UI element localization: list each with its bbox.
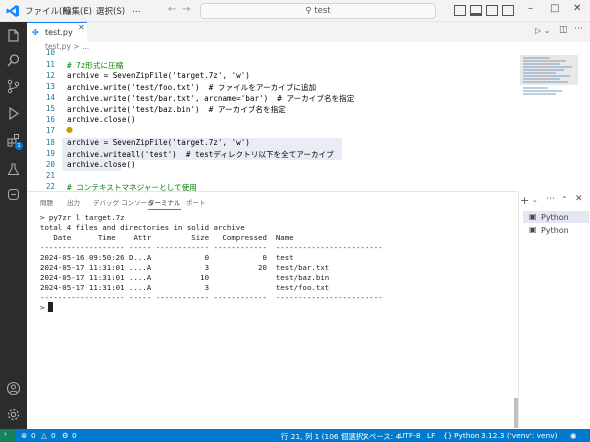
tab-terminal[interactable]: ターミナル bbox=[148, 197, 181, 210]
language-mode[interactable]: Python bbox=[454, 431, 480, 440]
back-arrow-icon[interactable]: ← bbox=[168, 4, 176, 15]
notifications-bell-icon[interactable]: ◉ bbox=[570, 431, 576, 440]
line-number: 11 bbox=[45, 60, 55, 69]
terminal-icon: ▣ bbox=[529, 212, 537, 221]
indentation[interactable]: スペース: 4 bbox=[362, 431, 400, 442]
ports-count[interactable]: 0 bbox=[72, 431, 77, 440]
breadcrumb[interactable]: test.py > ... bbox=[27, 42, 517, 53]
warnings-count[interactable]: 0 bbox=[51, 431, 56, 440]
errors-count[interactable]: 0 bbox=[31, 431, 36, 440]
lightbulb-icon[interactable]: ● bbox=[66, 125, 73, 134]
account-icon[interactable] bbox=[6, 381, 21, 396]
run-file-icon[interactable]: ▷ ⌄ bbox=[535, 26, 550, 35]
terminal-line: 2024-05-17 11:31:01 ....A 3 test/foo.txt bbox=[40, 283, 330, 292]
code-line: archive = SevenZipFile('target.7z', 'w') bbox=[67, 71, 250, 80]
tab-ports[interactable]: ポート bbox=[186, 197, 206, 207]
line-number: 15 bbox=[45, 104, 55, 113]
forward-arrow-icon[interactable]: → bbox=[182, 4, 190, 15]
line-number: 14 bbox=[45, 93, 55, 102]
language-braces-icon[interactable]: {} bbox=[443, 431, 452, 440]
tab-debug-console[interactable]: デバッグ コンソール bbox=[93, 197, 154, 207]
extensions-badge: 1 bbox=[15, 142, 23, 150]
terminal-line: ------------------- ----- ------------ -… bbox=[40, 243, 383, 252]
explorer-icon[interactable] bbox=[6, 28, 21, 43]
search-icon: ⚲ bbox=[305, 6, 315, 16]
toggle-secondary-sidebar-icon[interactable] bbox=[486, 5, 498, 16]
more-actions-icon[interactable]: ⋯ bbox=[574, 24, 583, 34]
code-line: archive.close() bbox=[67, 160, 136, 169]
menu-edit[interactable]: 編集(E) bbox=[63, 5, 92, 17]
terminal-line: 2024-05-16 09:50:26 D...A 0 0 test bbox=[40, 253, 294, 262]
code-line: # 7z形式に圧縮 bbox=[67, 61, 124, 70]
toggle-sidebar-icon[interactable] bbox=[454, 5, 466, 16]
encoding[interactable]: UTF-8 bbox=[399, 431, 421, 440]
cursor-position[interactable]: 行 21, 列 1 (106 個選択) bbox=[281, 431, 366, 442]
line-number: 21 bbox=[45, 171, 55, 180]
tab-output[interactable]: 出力 bbox=[67, 197, 80, 207]
line-number: 16 bbox=[45, 115, 55, 124]
minimap[interactable] bbox=[520, 53, 582, 190]
terminal-list-item[interactable]: Python bbox=[541, 213, 569, 222]
settings-gear-icon[interactable] bbox=[6, 407, 21, 422]
python-environments-icon[interactable] bbox=[6, 187, 21, 202]
warnings-icon[interactable]: △ bbox=[41, 431, 47, 440]
menu-selection[interactable]: 選択(S) bbox=[96, 5, 125, 17]
editor-tab-bar bbox=[27, 22, 590, 42]
code-line: archive.write('test/baz.bin') # アーカイブ名を指… bbox=[67, 105, 286, 114]
tab-problems[interactable]: 問題 bbox=[40, 197, 53, 207]
vscode-logo-icon bbox=[6, 5, 19, 17]
toggle-panel-icon[interactable] bbox=[470, 5, 482, 16]
python-file-icon: ✤ bbox=[32, 28, 39, 37]
terminal-icon: ▣ bbox=[529, 225, 537, 234]
search-icon[interactable] bbox=[6, 53, 21, 68]
end-of-line[interactable]: LF bbox=[427, 431, 435, 440]
terminal-line: ------------------- ----- ------------ -… bbox=[40, 293, 383, 302]
code-line: archive.close() bbox=[67, 115, 136, 124]
search-text: test bbox=[314, 6, 331, 16]
close-icon[interactable]: ✕ bbox=[573, 3, 581, 14]
remote-indicator[interactable] bbox=[0, 429, 16, 442]
command-search[interactable]: ⚲ test bbox=[200, 3, 436, 19]
ports-icon[interactable]: ⚙ bbox=[62, 431, 69, 440]
minimize-icon[interactable]: – bbox=[528, 3, 533, 14]
line-number: 18 bbox=[45, 138, 55, 147]
line-number: 22 bbox=[45, 182, 55, 191]
terminal-cursor bbox=[48, 302, 53, 312]
run-debug-icon[interactable] bbox=[6, 106, 21, 121]
split-editor-icon[interactable]: ◫ bbox=[559, 25, 568, 35]
customize-layout-icon[interactable] bbox=[502, 5, 514, 16]
line-number: 10 bbox=[45, 48, 55, 57]
status-bar: › ⊗ 0 △ 0 ⚙ 0 行 21, 列 1 (106 個選択) スペース: … bbox=[0, 429, 590, 442]
code-line: archive.write('test/foo.txt') # ファイルをアーカ… bbox=[67, 83, 317, 92]
tab-label: test.py bbox=[45, 28, 73, 37]
testing-icon[interactable] bbox=[6, 162, 21, 177]
line-number: 13 bbox=[45, 82, 55, 91]
menu-more[interactable]: … bbox=[132, 5, 141, 15]
tab-close-icon[interactable]: ✕ bbox=[78, 23, 85, 32]
terminal-line: Date Time Attr Size Compressed Name bbox=[40, 233, 294, 242]
terminal-line: > py7zr l target.7z bbox=[40, 213, 125, 222]
source-control-icon[interactable] bbox=[6, 79, 21, 94]
line-number: 17 bbox=[45, 126, 55, 135]
title-bar: ファイル(F) 編集(E) 選択(S) … ← → ⚲ test – □ ✕ bbox=[0, 0, 590, 22]
activity-bar: 1 bbox=[0, 22, 27, 429]
terminal-list-item[interactable]: Python bbox=[541, 226, 569, 235]
line-number: 19 bbox=[45, 149, 55, 158]
maximize-icon[interactable]: □ bbox=[550, 3, 559, 14]
code-line: archive.write('test/bar.txt', arcname='b… bbox=[67, 94, 355, 103]
terminal-line: 2024-05-17 11:31:01 ....A 10 test/baz.bi… bbox=[40, 273, 330, 282]
code-line: archive = SevenZipFile('target.7z', 'w') bbox=[67, 138, 250, 147]
errors-icon[interactable]: ⊗ bbox=[21, 431, 27, 440]
line-number: 12 bbox=[45, 71, 55, 80]
python-interpreter[interactable]: 3.12.3 ('venv': venv) bbox=[481, 431, 557, 440]
terminal-line: total 4 files and directories in solid a… bbox=[40, 223, 245, 232]
line-number: 20 bbox=[45, 160, 55, 169]
remote-icon: › bbox=[4, 429, 7, 438]
terminal-line: 2024-05-17 11:31:01 ....A 3 20 test/bar.… bbox=[40, 263, 330, 272]
terminal-list: ▣ Python ▣ Python bbox=[518, 191, 590, 428]
code-line: archive.writeall('test') # testディレクトリ以下を… bbox=[67, 150, 334, 159]
